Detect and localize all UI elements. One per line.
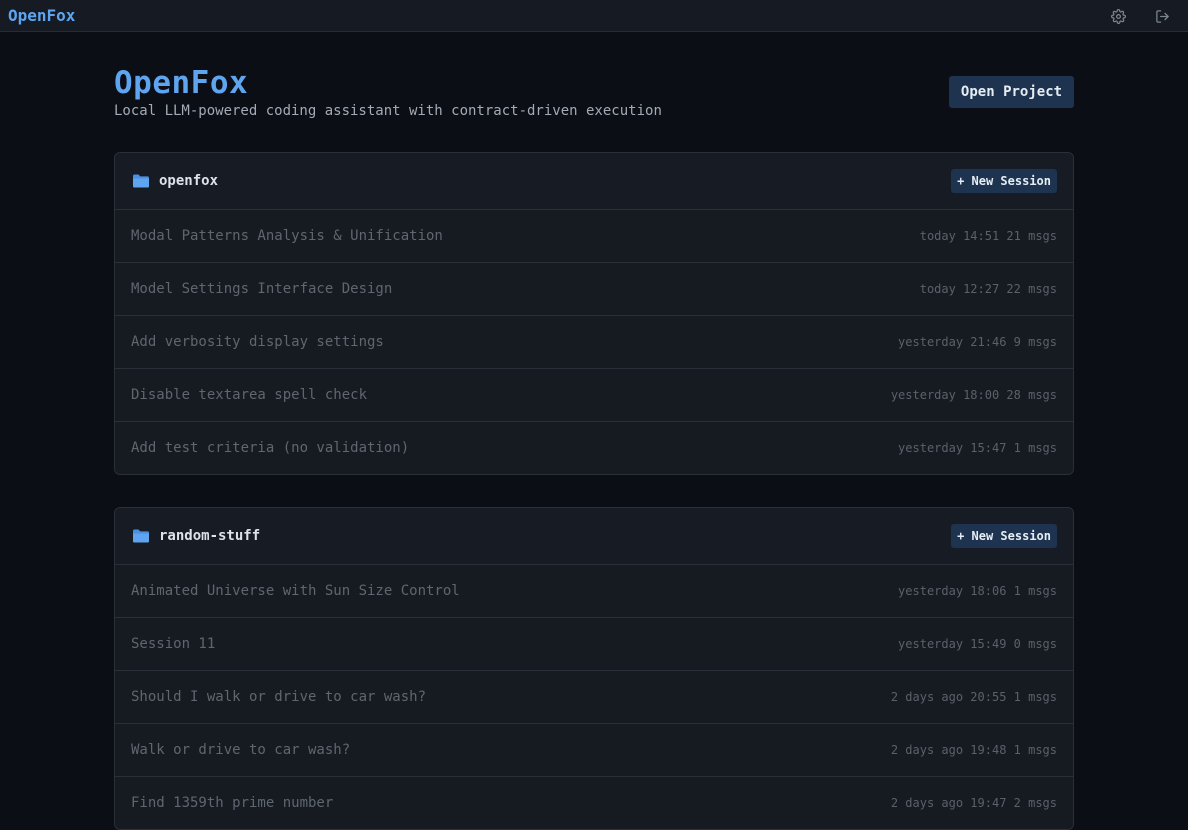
- folder-icon: [133, 529, 149, 543]
- session-title: Model Settings Interface Design: [131, 281, 393, 297]
- session-title: Disable textarea spell check: [131, 387, 368, 403]
- session-title: Find 1359th prime number: [131, 795, 334, 811]
- page-subtitle: Local LLM-powered coding assistant with …: [114, 103, 662, 119]
- session-meta: yesterday 18:00 28 msgs: [890, 388, 1057, 402]
- session-meta: yesterday 18:06 1 msgs: [898, 584, 1057, 598]
- session-title: Should I walk or drive to car wash?: [131, 689, 427, 705]
- session-row[interactable]: Add verbosity display settings yesterday…: [115, 316, 1073, 369]
- project-card-openfox: openfox + New Session Modal Patterns Ana…: [114, 152, 1074, 475]
- session-meta: 2 days ago 19:47 2 msgs: [890, 796, 1057, 810]
- open-project-button[interactable]: Open Project: [949, 76, 1074, 108]
- session-meta: yesterday 15:49 0 msgs: [898, 637, 1057, 651]
- logout-button[interactable]: [1153, 7, 1171, 25]
- session-title: Walk or drive to car wash?: [131, 742, 351, 758]
- project-card-random-stuff: random-stuff + New Session Animated Univ…: [114, 507, 1074, 830]
- gear-icon: [1110, 8, 1126, 24]
- session-row[interactable]: Session 11 yesterday 15:49 0 msgs: [115, 618, 1073, 671]
- session-row[interactable]: Find 1359th prime number 2 days ago 19:4…: [115, 777, 1073, 829]
- project-name[interactable]: random-stuff: [159, 527, 260, 545]
- top-bar: OpenFox: [0, 0, 1188, 32]
- session-meta: today 14:51 21 msgs: [919, 229, 1057, 243]
- page-title: OpenFox: [114, 65, 249, 101]
- session-meta: yesterday 15:47 1 msgs: [898, 441, 1057, 455]
- session-row[interactable]: Should I walk or drive to car wash? 2 da…: [115, 671, 1073, 724]
- new-session-button[interactable]: + New Session: [951, 524, 1057, 548]
- session-title: Add test criteria (no validation): [131, 440, 410, 456]
- session-meta: yesterday 21:46 9 msgs: [898, 335, 1057, 349]
- session-row[interactable]: Modal Patterns Analysis & Unification to…: [115, 210, 1073, 263]
- session-title: Session 11: [131, 636, 216, 652]
- session-row[interactable]: Disable textarea spell check yesterday 1…: [115, 369, 1073, 422]
- folder-icon: [133, 174, 149, 188]
- session-row[interactable]: Animated Universe with Sun Size Control …: [115, 565, 1073, 618]
- session-meta: 2 days ago 19:48 1 msgs: [890, 743, 1057, 757]
- session-row[interactable]: Model Settings Interface Design today 12…: [115, 263, 1073, 316]
- session-title: Modal Patterns Analysis & Unification: [131, 228, 443, 244]
- project-name[interactable]: openfox: [159, 172, 218, 190]
- main-content: OpenFox Local LLM-powered coding assista…: [114, 32, 1074, 830]
- session-title: Add verbosity display settings: [131, 334, 384, 350]
- page-header: OpenFox Local LLM-powered coding assista…: [114, 32, 1074, 152]
- session-row[interactable]: Add test criteria (no validation) yester…: [115, 422, 1073, 474]
- session-title: Animated Universe with Sun Size Control: [131, 583, 460, 599]
- new-session-button[interactable]: + New Session: [951, 169, 1057, 193]
- session-meta: today 12:27 22 msgs: [919, 282, 1057, 296]
- project-card-header: openfox + New Session: [115, 153, 1073, 210]
- project-card-header: random-stuff + New Session: [115, 508, 1073, 565]
- settings-button[interactable]: [1109, 7, 1127, 25]
- logout-icon: [1155, 9, 1169, 23]
- app-brand[interactable]: OpenFox: [8, 6, 75, 26]
- session-meta: 2 days ago 20:55 1 msgs: [890, 690, 1057, 704]
- session-row[interactable]: Walk or drive to car wash? 2 days ago 19…: [115, 724, 1073, 777]
